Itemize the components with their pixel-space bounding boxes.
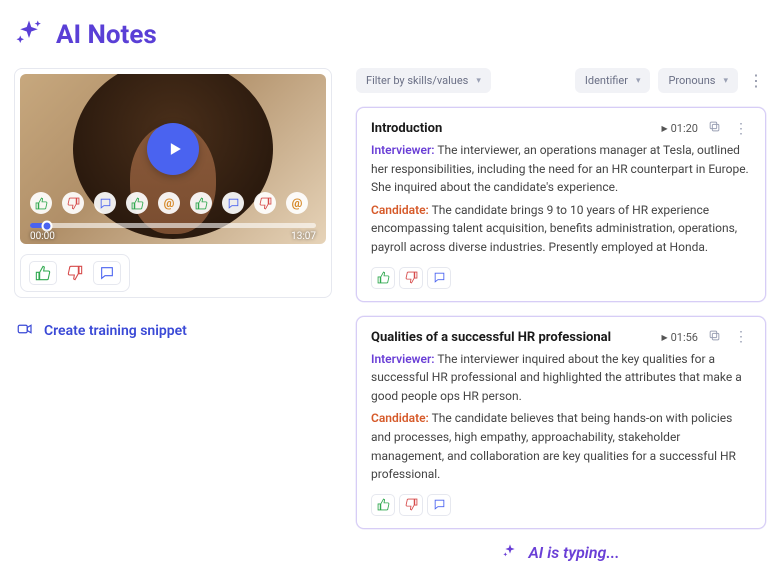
thumb-up-button[interactable] <box>371 267 395 289</box>
note-title: Qualities of a successful HR professiona… <box>371 330 651 345</box>
thumb-down-button[interactable] <box>399 494 423 516</box>
note-timestamp[interactable]: ▶01:56 <box>661 331 698 344</box>
thumb-down-button[interactable] <box>61 261 89 285</box>
create-snippet-button[interactable]: Create training snippet <box>14 314 332 348</box>
comment-button[interactable] <box>427 494 451 516</box>
filter-bar: Filter by skills/values ▾ Identifier ▾ P… <box>356 68 766 93</box>
video-player[interactable]: @ @ 00:00 13:07 <box>20 74 326 244</box>
comment-icon[interactable] <box>94 192 116 214</box>
note-card: Qualities of a successful HR professiona… <box>356 316 766 529</box>
sparkle-icon <box>502 543 518 563</box>
filter-identifier[interactable]: Identifier ▾ <box>575 68 651 93</box>
thumb-up-icon[interactable] <box>126 192 148 214</box>
play-button[interactable] <box>147 123 199 175</box>
note-card: Introduction ▶01:20 ⋮ Interviewer: The i… <box>356 107 766 302</box>
note-more-button[interactable]: ⋮ <box>731 122 751 136</box>
mention-icon[interactable]: @ <box>286 192 308 214</box>
filter-pronouns[interactable]: Pronouns ▾ <box>658 68 738 93</box>
page-header: AI Notes <box>0 0 780 62</box>
more-menu-button[interactable]: ⋮ <box>746 73 766 89</box>
typing-label: AI is typing... <box>528 543 619 562</box>
copy-icon[interactable] <box>708 120 721 137</box>
chevron-down-icon: ▾ <box>723 76 728 86</box>
comment-button[interactable] <box>427 267 451 289</box>
chevron-down-icon: ▾ <box>476 76 481 86</box>
thumb-down-button[interactable] <box>399 267 423 289</box>
feedback-bar <box>20 254 130 292</box>
timeline-markers: @ @ <box>20 190 326 216</box>
current-time: 00:00 <box>30 231 55 242</box>
comment-icon[interactable] <box>222 192 244 214</box>
video-card: @ @ 00:00 13:07 <box>14 68 332 298</box>
ai-typing-indicator: AI is typing... <box>356 543 766 563</box>
sparkle-icon <box>14 18 44 52</box>
seek-bar[interactable] <box>30 223 316 228</box>
comment-button[interactable] <box>93 261 121 285</box>
note-more-button[interactable]: ⋮ <box>731 330 751 344</box>
page-title: AI Notes <box>56 20 157 50</box>
create-snippet-label: Create training snippet <box>44 323 187 339</box>
thumb-down-icon[interactable] <box>62 192 84 214</box>
thumb-up-button[interactable] <box>29 261 57 285</box>
mention-icon[interactable]: @ <box>158 192 180 214</box>
duration: 13:07 <box>291 231 316 242</box>
video-camera-icon <box>16 320 34 342</box>
thumb-up-button[interactable] <box>371 494 395 516</box>
copy-icon[interactable] <box>708 329 721 346</box>
thumb-up-icon[interactable] <box>30 192 52 214</box>
thumb-up-icon[interactable] <box>190 192 212 214</box>
chevron-down-icon: ▾ <box>636 76 641 86</box>
note-title: Introduction <box>371 121 651 136</box>
filter-skills[interactable]: Filter by skills/values ▾ <box>356 68 491 93</box>
note-timestamp[interactable]: ▶01:20 <box>661 122 698 135</box>
thumb-down-icon[interactable] <box>254 192 276 214</box>
